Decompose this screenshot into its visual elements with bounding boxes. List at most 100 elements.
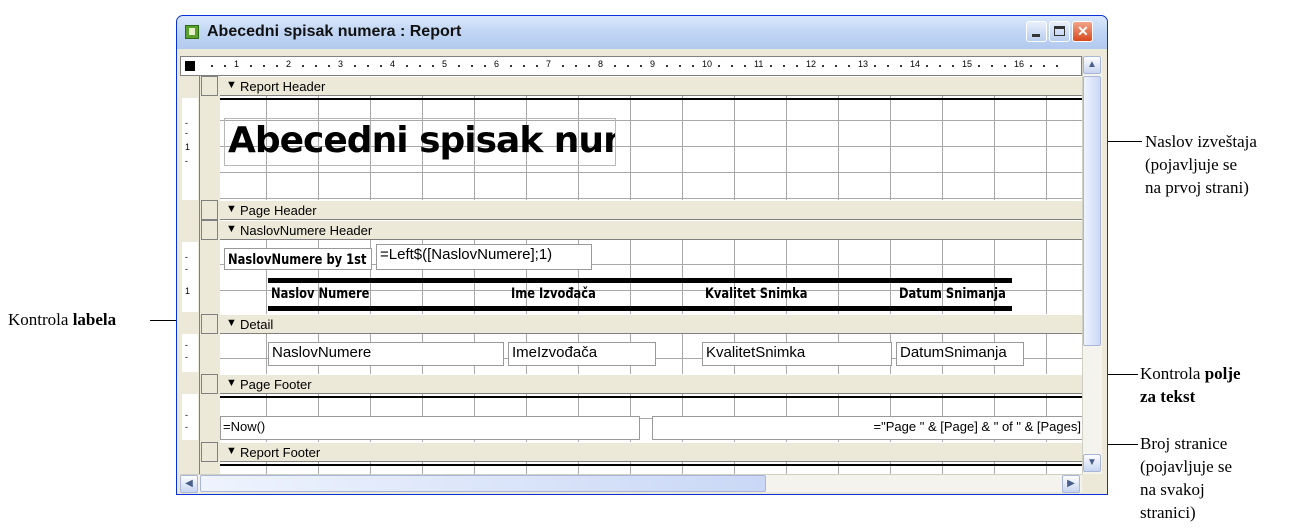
section-bar-group-header[interactable]: ▼ NaslovNumere Header bbox=[220, 220, 1082, 240]
section-selector-group-header[interactable] bbox=[201, 220, 218, 240]
column-label-izvodjac[interactable]: Ime Izvođača bbox=[508, 283, 656, 305]
ruler-tick bbox=[848, 65, 850, 67]
vruler-mark-1: 1 bbox=[185, 142, 191, 152]
ruler-tick bbox=[731, 65, 733, 67]
annotation-report-title: Naslov izveštaja (pojavljuje se na prvoj… bbox=[1145, 132, 1257, 197]
ruler-tick bbox=[679, 65, 681, 67]
ruler-label: 14 bbox=[910, 59, 921, 69]
ruler-tick bbox=[1004, 65, 1006, 67]
ruler-tick bbox=[432, 65, 434, 67]
section-bar-report-header[interactable]: ▼ Report Header bbox=[220, 76, 1082, 96]
section-arrow-icon: ▼ bbox=[226, 79, 237, 91]
ruler-tick bbox=[302, 65, 304, 67]
page-footer-area[interactable]: =Now() ="Page " & [Page] & " of " & [Pag… bbox=[220, 394, 1082, 442]
ruler-tick bbox=[614, 65, 616, 67]
ruler-label: 2 bbox=[286, 59, 292, 69]
ruler-tick bbox=[367, 65, 369, 67]
ruler-tick bbox=[627, 65, 629, 67]
field-kvalitet-snimka[interactable]: KvalitetSnimka bbox=[702, 342, 892, 366]
field-datum-snimanja[interactable]: DatumSnimanja bbox=[896, 342, 1024, 366]
ruler-label: 10 bbox=[702, 59, 713, 69]
vertical-scroll-thumb[interactable] bbox=[1083, 76, 1101, 346]
scroll-down-button[interactable]: ▼ bbox=[1083, 454, 1101, 472]
group-label[interactable]: NaslovNumere by 1st bbox=[224, 248, 372, 270]
scroll-right-button[interactable]: ▶ bbox=[1062, 475, 1080, 493]
ruler-tick bbox=[250, 65, 252, 67]
field-ime-izvodjaca[interactable]: ImeIzvođača bbox=[508, 342, 656, 366]
scroll-left-button[interactable]: ◀ bbox=[180, 475, 198, 493]
report-design-surface[interactable]: ▼ Report Header Abecedni spisak numera ▼… bbox=[200, 76, 1082, 474]
ruler-label: 12 bbox=[806, 59, 817, 69]
section-arrow-icon: ▼ bbox=[226, 377, 237, 389]
ruler-tick bbox=[315, 65, 317, 67]
ruler-tick bbox=[406, 65, 408, 67]
ruler-tick bbox=[224, 65, 226, 67]
ruler-tick bbox=[263, 65, 265, 67]
ruler-label: 13 bbox=[858, 59, 869, 69]
ruler-label: 5 bbox=[442, 59, 448, 69]
ruler-tick bbox=[562, 65, 564, 67]
ruler-label: 7 bbox=[546, 59, 552, 69]
detail-area[interactable]: NaslovNumere ImeIzvođača KvalitetSnimka … bbox=[220, 334, 1082, 374]
report-title-label[interactable]: Abecedni spisak numera bbox=[224, 118, 616, 166]
minimize-button[interactable] bbox=[1026, 21, 1047, 42]
section-arrow-icon: ▼ bbox=[226, 445, 237, 457]
report-design-window: Abecedni spisak numera : Report 12345678… bbox=[176, 15, 1108, 495]
section-selector-detail[interactable] bbox=[201, 314, 218, 334]
ruler-tick bbox=[900, 65, 902, 67]
section-bar-report-footer[interactable]: ▼ Report Footer bbox=[220, 442, 1082, 462]
section-selector-report-footer[interactable] bbox=[201, 442, 218, 462]
report-footer-area[interactable] bbox=[220, 462, 1082, 474]
group-header-area[interactable]: NaslovNumere by 1st =Left$([NaslovNumere… bbox=[220, 240, 1082, 314]
access-report-icon[interactable] bbox=[185, 25, 199, 39]
annotation-page-number: Broj stranice (pojavljuje se na svakoj s… bbox=[1140, 434, 1233, 522]
section-selector-report-header[interactable] bbox=[201, 76, 218, 96]
title-bar[interactable]: Abecedni spisak numera : Report bbox=[177, 16, 1107, 49]
ruler-tick bbox=[471, 65, 473, 67]
ruler-tick bbox=[991, 65, 993, 67]
ruler-tick bbox=[939, 65, 941, 67]
ruler-label: 15 bbox=[962, 59, 973, 69]
ruler-tick bbox=[328, 65, 330, 67]
ruler-label: 16 bbox=[1014, 59, 1025, 69]
horizontal-scroll-thumb[interactable] bbox=[200, 475, 766, 492]
ruler-tick bbox=[978, 65, 980, 67]
close-button[interactable] bbox=[1072, 21, 1093, 42]
annotation-text-field: Kontrola polje za tekst bbox=[1140, 364, 1241, 406]
field-page-number[interactable]: ="Page " & [Page] & " of " & [Pages] bbox=[652, 416, 1082, 440]
section-bar-page-header[interactable]: ▼ Page Header bbox=[220, 200, 1082, 220]
ruler-tick bbox=[874, 65, 876, 67]
ruler-tick bbox=[835, 65, 837, 67]
column-label-datum[interactable]: Datum Snimanja bbox=[896, 283, 1016, 305]
maximize-button[interactable] bbox=[1049, 21, 1070, 42]
ruler-tick bbox=[640, 65, 642, 67]
ruler-label: 8 bbox=[598, 59, 604, 69]
ruler-tick bbox=[1030, 65, 1032, 67]
field-now[interactable]: =Now() bbox=[220, 416, 640, 440]
vertical-scrollbar[interactable]: ▲ ▼ bbox=[1082, 56, 1102, 474]
ruler-label: 6 bbox=[494, 59, 500, 69]
section-selector-page-header[interactable] bbox=[201, 200, 218, 220]
column-label-kvalitet[interactable]: Kvalitet Snimka bbox=[702, 283, 862, 305]
column-label-naslov[interactable]: Naslov Numere bbox=[268, 283, 416, 305]
ruler-tick bbox=[783, 65, 785, 67]
section-selector-page-footer[interactable] bbox=[201, 374, 218, 394]
vruler-mark-1b: 1 bbox=[185, 286, 191, 296]
horizontal-scrollbar[interactable]: ◀ ▶ bbox=[180, 474, 1082, 493]
ruler-tick bbox=[575, 65, 577, 67]
scroll-up-button[interactable]: ▲ bbox=[1083, 56, 1101, 74]
ruler-tick bbox=[276, 65, 278, 67]
ruler-tick bbox=[211, 65, 213, 67]
section-arrow-icon: ▼ bbox=[226, 317, 237, 329]
report-header-area[interactable]: Abecedni spisak numera bbox=[220, 96, 1082, 200]
window-title: Abecedni spisak numera : Report bbox=[207, 23, 462, 40]
field-naslov-numere[interactable]: NaslovNumere bbox=[268, 342, 504, 366]
ruler-tick bbox=[887, 65, 889, 67]
ruler-label: 4 bbox=[390, 59, 396, 69]
ruler-tick bbox=[354, 65, 356, 67]
ruler-tick bbox=[588, 65, 590, 67]
report-selector-icon[interactable] bbox=[185, 61, 195, 71]
section-bar-detail[interactable]: ▼ Detail bbox=[220, 314, 1082, 334]
section-bar-page-footer[interactable]: ▼ Page Footer bbox=[220, 374, 1082, 394]
group-expression-field[interactable]: =Left$([NaslovNumere];1) bbox=[376, 244, 592, 270]
